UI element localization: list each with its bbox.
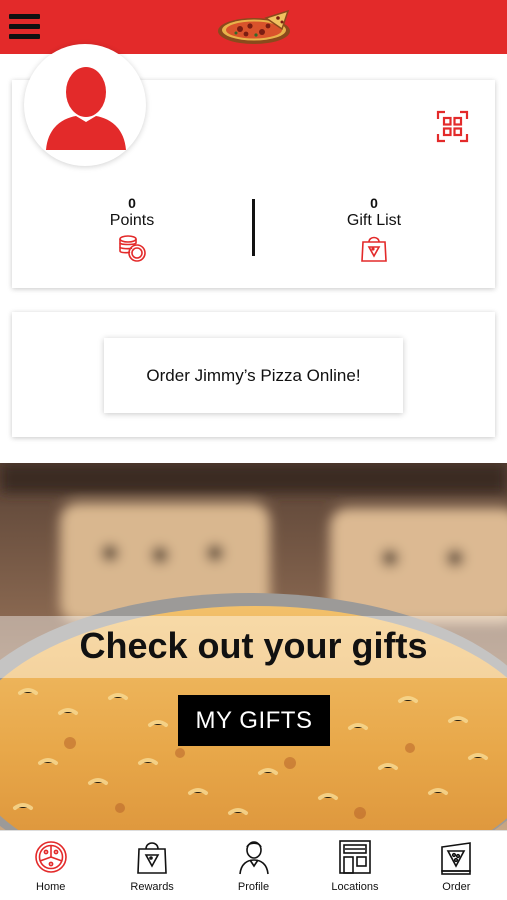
nav-label-order: Order (442, 881, 471, 893)
nav-label-profile: Profile (237, 881, 270, 893)
storefront-icon (339, 840, 371, 874)
rewards-bag-icon (137, 842, 167, 874)
app-screen: 0 Points 0 Gift List Order Jimmy’s Pizza… (0, 0, 507, 900)
points-stat[interactable]: 0 Points (72, 195, 192, 263)
nav-label-locations: Locations (331, 881, 379, 893)
order-online-button[interactable]: Order Jimmy’s Pizza Online! (104, 338, 403, 413)
coins-icon (119, 235, 146, 262)
nav-item-locations[interactable]: Locations (304, 831, 405, 900)
hamburger-menu-icon[interactable] (9, 14, 41, 42)
nav-item-rewards[interactable]: Rewards (101, 831, 202, 900)
stats-divider (252, 199, 255, 256)
banner-title: Check out your gifts (79, 625, 428, 666)
pizza-box-icon (441, 842, 472, 875)
qr-scan-icon[interactable] (436, 110, 469, 143)
gift-bag-icon (361, 236, 387, 262)
gifts-label: Gift List (346, 212, 402, 229)
bottom-nav: Home Rewards Profile Locations Order (0, 830, 507, 900)
gifts-value: 0 (370, 195, 378, 211)
user-silhouette-icon (46, 67, 126, 150)
nav-label-home: Home (36, 881, 66, 893)
pizza-logo-icon (218, 9, 290, 44)
pizza-home-icon (34, 841, 67, 873)
gifts-banner: Check out your gifts MY GIFTS (0, 463, 507, 830)
nav-item-home[interactable]: Home (0, 831, 101, 900)
my-gifts-button[interactable]: MY GIFTS (178, 695, 330, 746)
profile-person-icon (238, 841, 269, 875)
points-value: 0 (128, 195, 136, 211)
avatar[interactable] (24, 44, 146, 166)
nav-item-profile[interactable]: Profile (203, 831, 304, 900)
nav-item-order[interactable]: Order (406, 831, 507, 900)
nav-label-rewards: Rewards (130, 881, 174, 893)
gift-list-stat[interactable]: 0 Gift List (314, 195, 434, 263)
points-label: Points (109, 212, 155, 229)
